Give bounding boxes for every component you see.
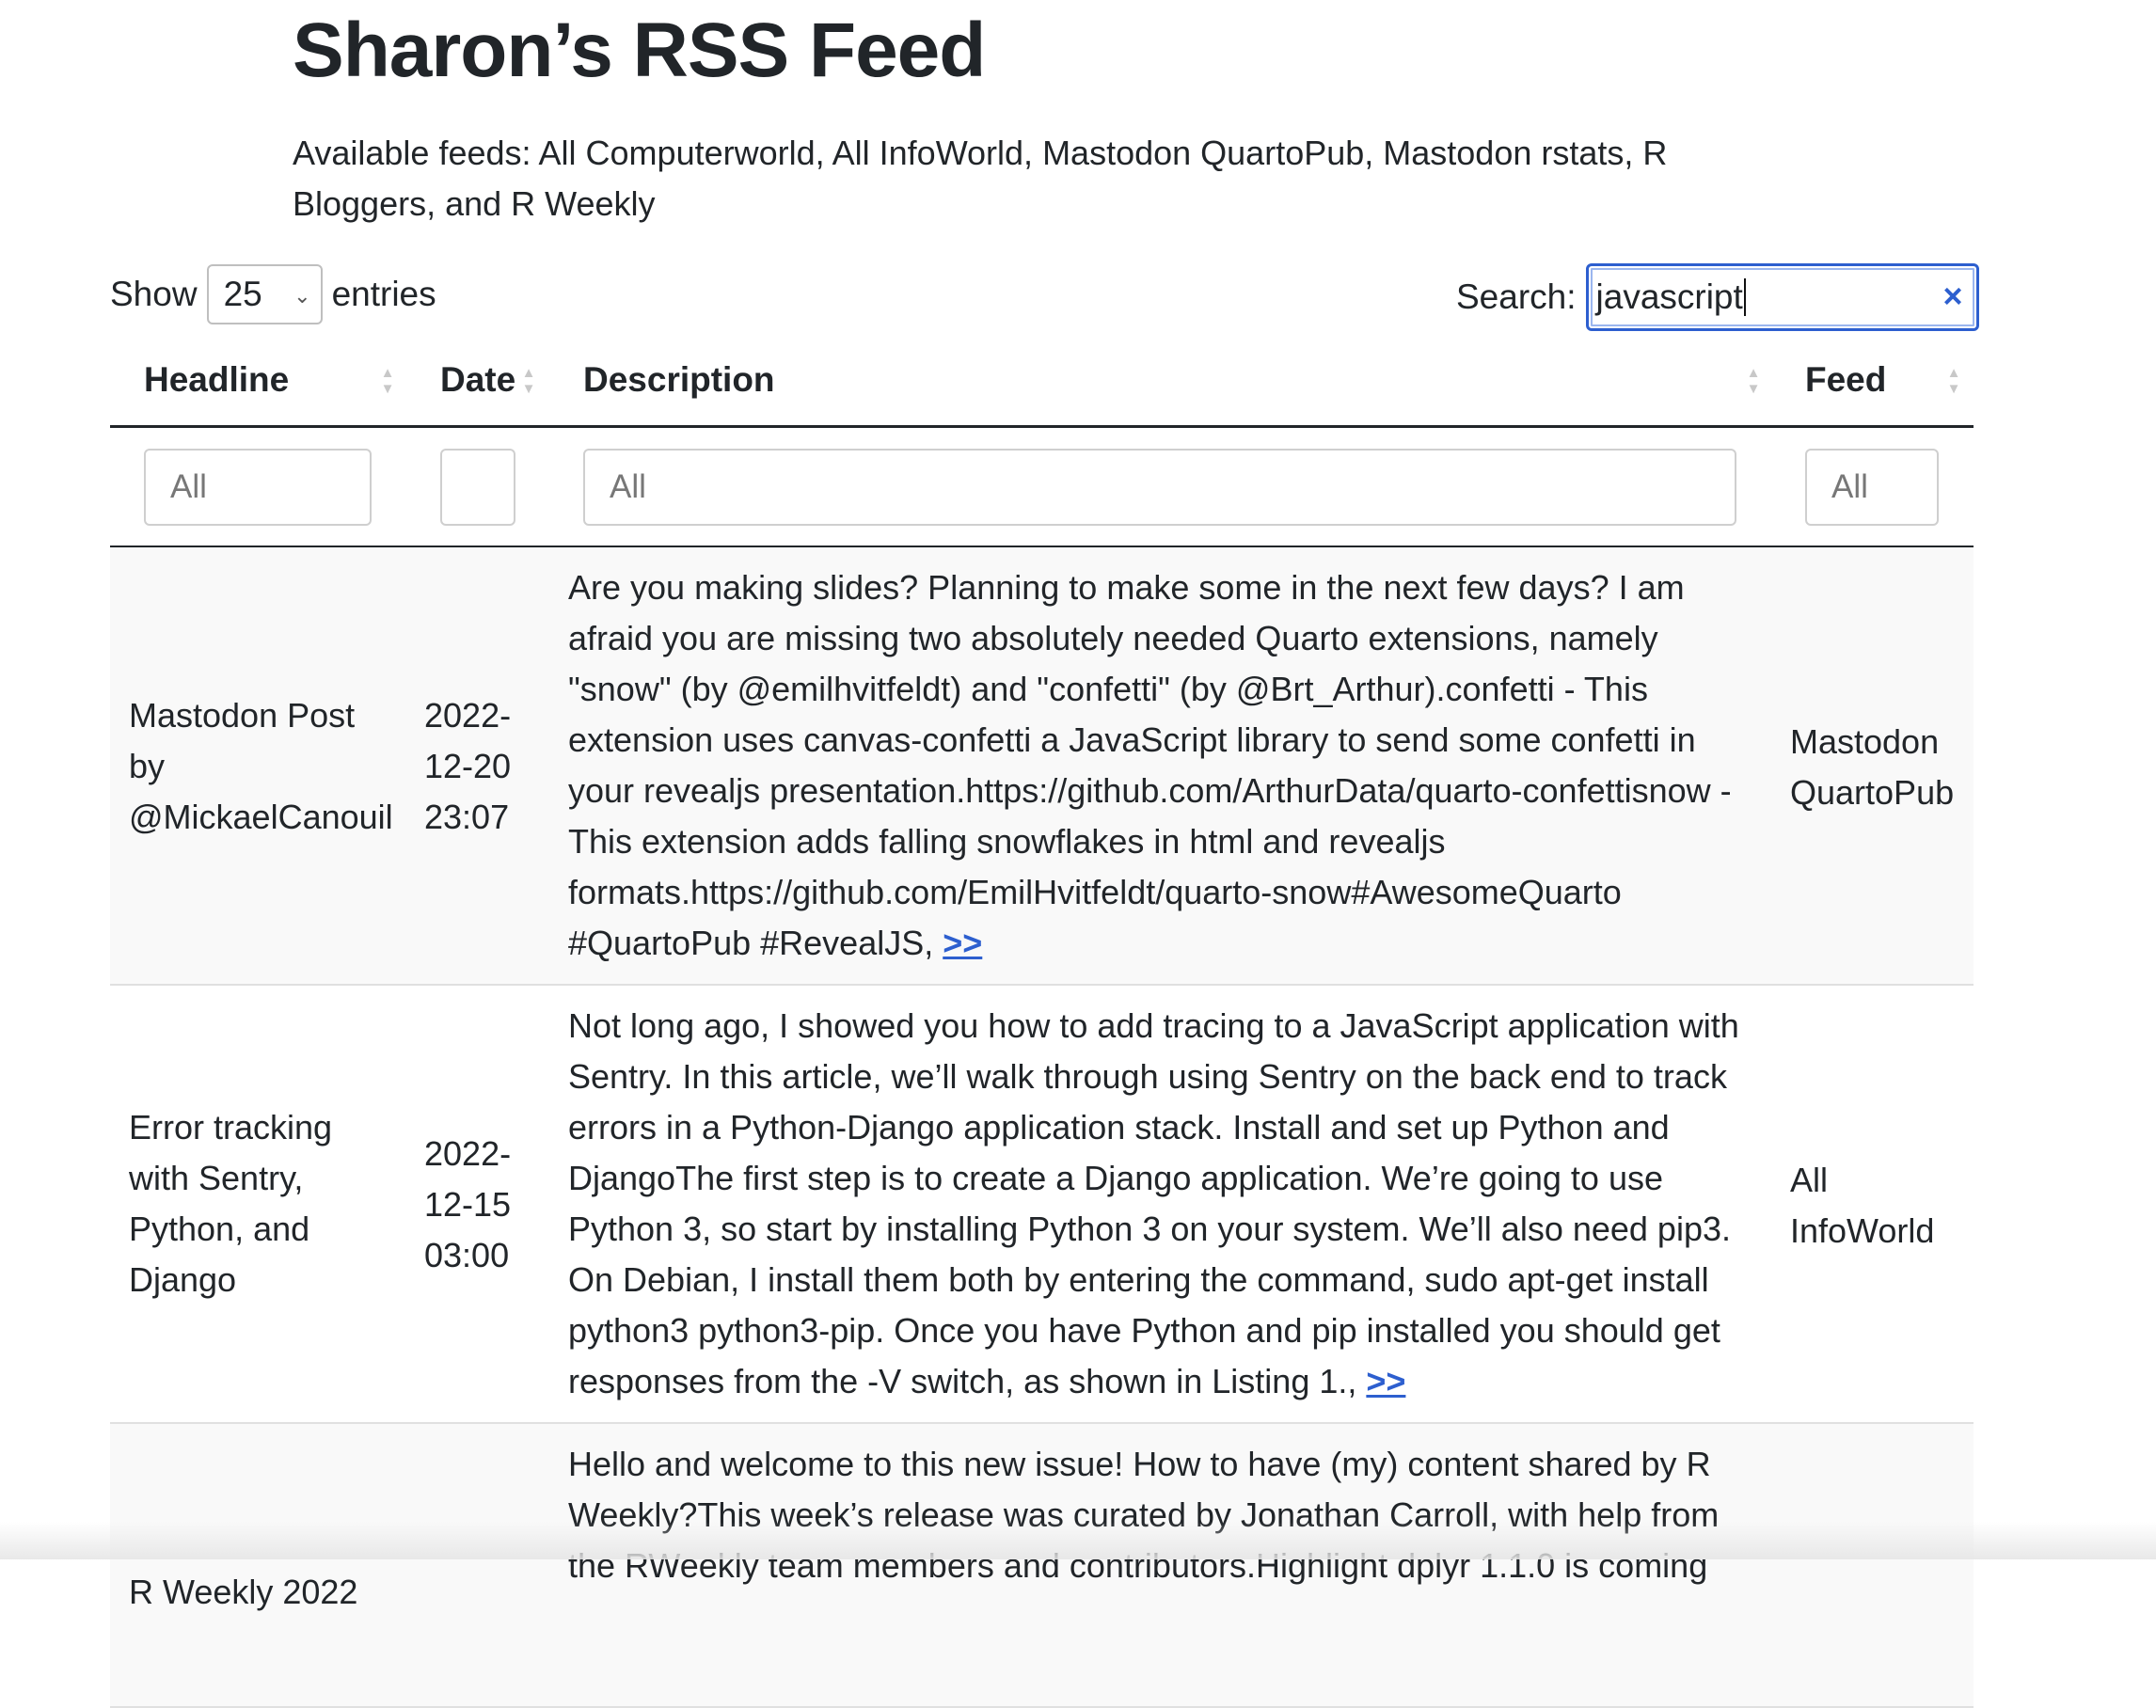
search-control: Search: javascript × (1456, 263, 1979, 331)
headline-cell: R Weekly 2022 (129, 1573, 358, 1611)
description-filter-input[interactable]: All (583, 449, 1736, 526)
description-cell: Are you making slides? Planning to make … (568, 562, 1763, 969)
text-caret (1743, 278, 1746, 316)
feed-table: Headline ▲ ▼ Date ▲ ▼ Description ▲ ▼ Feed … (110, 341, 1974, 1708)
table-row: Error tracking with Sentry, Python, and … (110, 986, 1974, 1424)
table-row: R Weekly 2022 Hello and welcome to this … (110, 1424, 1974, 1708)
date-cell: 2022-12-15 03:00 (424, 1134, 512, 1274)
search-input-value: javascript (1595, 277, 1743, 316)
description-text: Not long ago, I showed you how to add tr… (568, 1006, 1739, 1400)
headline-filter-input[interactable]: All (144, 449, 372, 526)
headline-cell: Error tracking with Sentry, Python, and … (129, 1108, 333, 1299)
description-cell: Not long ago, I showed you how to add tr… (568, 1001, 1763, 1407)
sort-icon[interactable]: ▲ ▼ (521, 364, 536, 398)
sort-icon[interactable]: ▲ ▼ (380, 364, 395, 398)
column-header-description[interactable]: Description (583, 360, 775, 400)
page-title: Sharon’s RSS Feed (293, 8, 986, 93)
search-input[interactable]: javascript × (1585, 263, 1979, 331)
clear-search-icon[interactable]: × (1942, 279, 1962, 313)
read-more-link[interactable]: >> (943, 924, 982, 962)
description-text: Hello and welcome to this new issue! How… (568, 1445, 1720, 1585)
column-header-feed[interactable]: Feed (1805, 360, 1886, 400)
date-cell: 2022-12-20 23:07 (424, 696, 512, 836)
feed-filter-input[interactable]: All (1805, 449, 1939, 526)
date-filter-input[interactable] (440, 449, 515, 526)
column-header-date[interactable]: Date (440, 360, 515, 400)
sort-icon[interactable]: ▲ ▼ (1746, 364, 1761, 398)
description-text: Are you making slides? Planning to make … (568, 568, 1732, 962)
chevron-down-icon: ⌄ (293, 284, 311, 308)
search-label: Search: (1456, 277, 1577, 316)
table-row: Mastodon Post by @MickaelCanouil 2022-12… (110, 547, 1974, 986)
entries-length-control: Show 25 ⌄ entries (110, 263, 436, 325)
read-more-link[interactable]: >> (1366, 1362, 1405, 1400)
sort-icon[interactable]: ▲ ▼ (1946, 364, 1961, 398)
headline-cell: Mastodon Post by @MickaelCanouil (129, 696, 393, 836)
entries-select[interactable]: 25 ⌄ (206, 264, 323, 324)
entries-label: entries (331, 275, 436, 313)
window-bottom-shadow (0, 1522, 2156, 1559)
table-filter-row: All All All (110, 428, 1974, 547)
feed-cell: All InfoWorld (1790, 1161, 1935, 1250)
column-header-headline[interactable]: Headline (144, 360, 289, 400)
feed-cell: Mastodon QuartoPub (1790, 722, 1955, 812)
show-label: Show (110, 275, 198, 313)
available-feeds-text: Available feeds: All Computerworld, All … (293, 134, 1668, 223)
table-header-row: Headline ▲ ▼ Date ▲ ▼ Description ▲ ▼ Feed … (110, 341, 1974, 428)
entries-select-value: 25 (223, 275, 262, 313)
description-cell: Hello and welcome to this new issue! How… (568, 1439, 1763, 1591)
